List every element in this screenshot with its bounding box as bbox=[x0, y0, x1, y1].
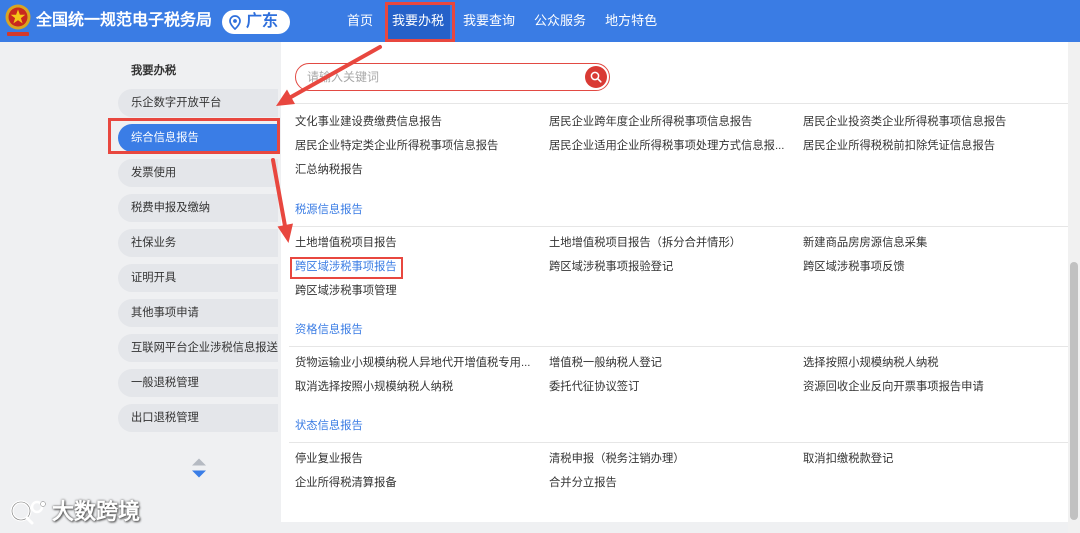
service-link[interactable]: 增值税一般纳税人登记 bbox=[549, 351, 803, 375]
divider bbox=[289, 226, 1068, 227]
sidebar-item-export-refund[interactable]: 出口退税管理 bbox=[118, 404, 278, 432]
service-link[interactable]: 货物运输业小规模纳税人异地代开增值税专用... bbox=[295, 351, 549, 375]
sidebar-item-certificate-issuance[interactable]: 证明开具 bbox=[118, 264, 278, 292]
sidebar-item-leqi-digital-platform[interactable]: 乐企数字开放平台 bbox=[118, 89, 278, 117]
service-link[interactable]: 居民企业跨年度企业所得税事项信息报告 bbox=[549, 110, 803, 134]
group-general-links: 文化事业建设费缴费信息报告 居民企业跨年度企业所得税事项信息报告 居民企业投资类… bbox=[295, 110, 1057, 182]
location-pin-icon bbox=[229, 14, 241, 30]
divider bbox=[289, 346, 1068, 347]
nav-tax-handling[interactable]: 我要办税 bbox=[386, 4, 451, 40]
nav-local-features[interactable]: 地方特色 bbox=[599, 4, 663, 40]
service-link[interactable]: 委托代征协议签订 bbox=[549, 375, 803, 399]
service-link[interactable]: 取消扣缴税款登记 bbox=[803, 447, 1057, 471]
group-tax-source: 税源信息报告 土地增值税项目报告 土地增值税项目报告（拆分合并情形） 新建商品房… bbox=[281, 200, 1068, 303]
service-link[interactable]: 清税申报（税务注销办理） bbox=[549, 447, 803, 471]
divider bbox=[289, 442, 1068, 443]
service-link[interactable]: 资源回收企业反向开票事项报告申请 bbox=[803, 375, 1057, 399]
service-link[interactable]: 居民企业特定类企业所得税事项信息报告 bbox=[295, 134, 549, 158]
group-qualification: 资格信息报告 货物运输业小规模纳税人异地代开增值税专用... 增值税一般纳税人登… bbox=[281, 320, 1068, 399]
search-box bbox=[295, 63, 610, 91]
search-icon bbox=[590, 71, 602, 83]
sidebar-heading: 我要办税 bbox=[131, 65, 177, 77]
service-link[interactable]: 企业所得税清算报备 bbox=[295, 471, 549, 495]
sidebar-item-social-insurance[interactable]: 社保业务 bbox=[118, 229, 278, 257]
sidebar-item-invoice-use[interactable]: 发票使用 bbox=[118, 159, 278, 187]
top-header: 全国统一规范电子税务局 广东 首页 我要办税 我要查询 公众服务 地方特色 bbox=[0, 0, 1080, 42]
group-links: 停业复业报告 清税申报（税务注销办理） 取消扣缴税款登记 企业所得税清算报备 合… bbox=[295, 447, 1068, 495]
sidebar-scroll-arrows bbox=[191, 454, 207, 478]
scroll-up-icon[interactable] bbox=[191, 454, 207, 466]
nav-query[interactable]: 我要查询 bbox=[457, 4, 521, 40]
service-link[interactable]: 新建商品房房源信息采集 bbox=[803, 231, 1057, 255]
nav-public-services[interactable]: 公众服务 bbox=[528, 4, 592, 40]
nav-home[interactable]: 首页 bbox=[341, 4, 379, 40]
service-link-cross-region-tax-report[interactable]: 跨区域涉税事项报告 bbox=[295, 255, 549, 279]
tax-emblem-logo[interactable] bbox=[4, 3, 32, 39]
service-link[interactable]: 取消选择按照小规模纳税人纳税 bbox=[295, 375, 549, 399]
sidebar-item-comprehensive-info-report[interactable]: 综合信息报告 bbox=[118, 124, 278, 152]
location-selector[interactable]: 广东 bbox=[222, 10, 290, 34]
group-title: 税源信息报告 bbox=[295, 204, 363, 216]
service-link[interactable]: 合并分立报告 bbox=[549, 471, 803, 495]
service-link[interactable]: 文化事业建设费缴费信息报告 bbox=[295, 110, 549, 134]
scroll-down-icon[interactable] bbox=[191, 466, 207, 478]
group-title: 资格信息报告 bbox=[295, 324, 363, 336]
sidebar-item-general-refund[interactable]: 一般退税管理 bbox=[118, 369, 278, 397]
service-link[interactable]: 停业复业报告 bbox=[295, 447, 549, 471]
sidebar-list: 乐企数字开放平台 综合信息报告 发票使用 税费申报及缴纳 社保业务 证明开具 其… bbox=[118, 89, 278, 439]
service-link[interactable]: 居民企业适用企业所得税事项处理方式信息报... bbox=[549, 134, 803, 158]
content-panel: 文化事业建设费缴费信息报告 居民企业跨年度企业所得税事项信息报告 居民企业投资类… bbox=[281, 42, 1068, 522]
service-link[interactable]: 选择按照小规模纳税人纳税 bbox=[803, 351, 1057, 375]
main-nav: 首页 我要办税 我要查询 公众服务 地方特色 bbox=[341, 0, 663, 42]
service-link[interactable]: 土地增值税项目报告（拆分合并情形） bbox=[549, 231, 803, 255]
service-link[interactable]: 居民企业投资类企业所得税事项信息报告 bbox=[803, 110, 1057, 134]
group-links: 土地增值税项目报告 土地增值税项目报告（拆分合并情形） 新建商品房房源信息采集 … bbox=[295, 231, 1068, 303]
group-links: 货物运输业小规模纳税人异地代开增值税专用... 增值税一般纳税人登记 选择按照小… bbox=[295, 351, 1068, 399]
search-button[interactable] bbox=[585, 65, 607, 88]
site-title[interactable]: 全国统一规范电子税务局 bbox=[36, 0, 212, 42]
sidebar-item-other-applications[interactable]: 其他事项申请 bbox=[118, 299, 278, 327]
divider bbox=[289, 103, 1068, 104]
service-link[interactable]: 跨区域涉税事项报验登记 bbox=[549, 255, 803, 279]
sidebar-item-tax-filing-payment[interactable]: 税费申报及缴纳 bbox=[118, 194, 278, 222]
service-link[interactable]: 土地增值税项目报告 bbox=[295, 231, 549, 255]
service-link[interactable]: 跨区域涉税事项反馈 bbox=[803, 255, 1057, 279]
service-link[interactable]: 居民企业所得税税前扣除凭证信息报告 bbox=[803, 134, 1057, 158]
sidebar-item-internet-platform-tax-info[interactable]: 互联网平台企业涉税信息报送 bbox=[118, 334, 278, 362]
location-label: 广东 bbox=[246, 13, 279, 30]
group-status: 状态信息报告 停业复业报告 清税申报（税务注销办理） 取消扣缴税款登记 企业所得… bbox=[281, 416, 1068, 495]
group-title: 状态信息报告 bbox=[295, 420, 363, 432]
sidebar: 我要办税 乐企数字开放平台 综合信息报告 发票使用 税费申报及缴纳 社保业务 证… bbox=[0, 42, 281, 522]
page-scrollbar[interactable] bbox=[1068, 42, 1080, 533]
service-link[interactable]: 汇总纳税报告 bbox=[295, 158, 549, 182]
search-input[interactable] bbox=[307, 64, 572, 89]
scrollbar-thumb[interactable] bbox=[1070, 262, 1078, 520]
service-link[interactable]: 跨区域涉税事项管理 bbox=[295, 279, 549, 303]
